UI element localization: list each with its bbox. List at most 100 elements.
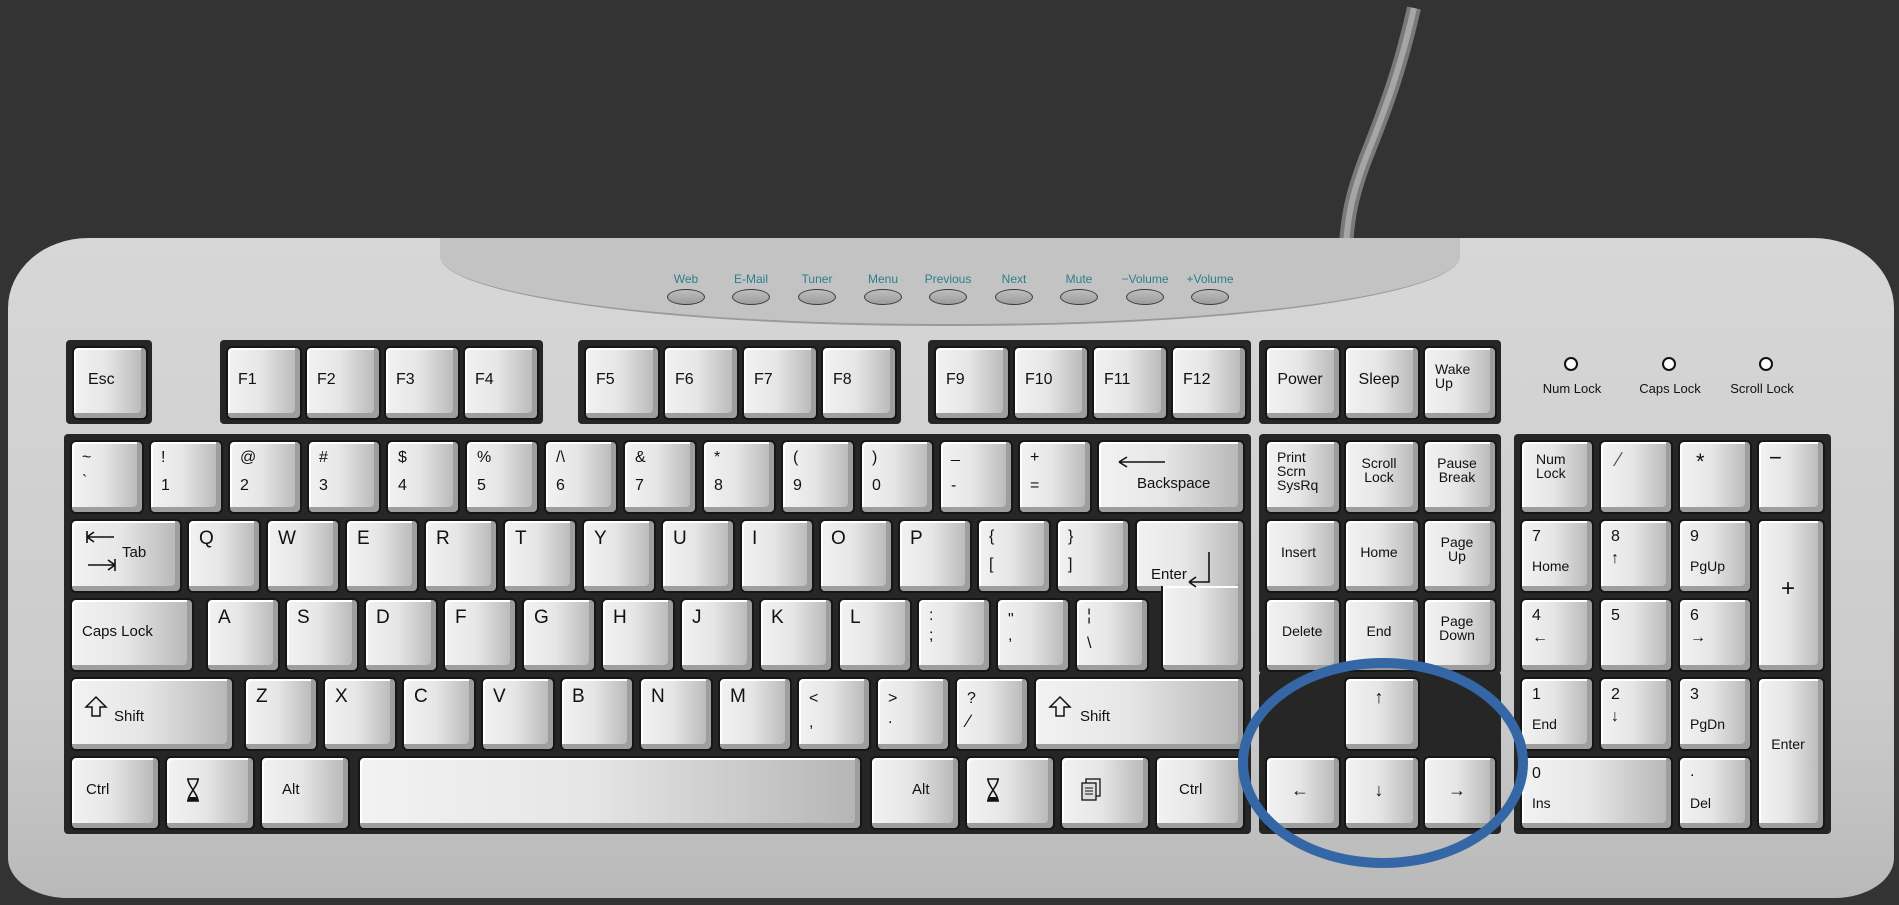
- media-key-mute[interactable]: Mute: [1049, 248, 1109, 308]
- key-numpad-9[interactable]: 9 PgUp: [1678, 519, 1752, 593]
- key-3[interactable]: #3: [307, 440, 381, 514]
- key-q[interactable]: Q: [187, 519, 261, 593]
- key-a[interactable]: A: [206, 598, 280, 672]
- key-page-up[interactable]: Page Up: [1423, 519, 1497, 593]
- media-key-web[interactable]: Web: [656, 248, 716, 308]
- key-r[interactable]: R: [424, 519, 498, 593]
- key-e[interactable]: E: [345, 519, 419, 593]
- key-f1[interactable]: F1: [226, 346, 302, 420]
- key-z[interactable]: Z: [244, 677, 318, 751]
- media-key-button[interactable]: [995, 289, 1033, 305]
- key-sleep[interactable]: Sleep: [1344, 346, 1420, 420]
- key-f8[interactable]: F8: [821, 346, 897, 420]
- key-numpad-decimal[interactable]: . Del: [1678, 756, 1752, 830]
- key-right-shift[interactable]: Shift: [1034, 677, 1245, 751]
- key-numpad-7[interactable]: 7 Home: [1520, 519, 1594, 593]
- media-key-button[interactable]: [732, 289, 770, 305]
- key-arrow-down[interactable]: ↓: [1344, 756, 1420, 830]
- key-right-bracket[interactable]: }]: [1056, 519, 1130, 593]
- media-key-button[interactable]: [1060, 289, 1098, 305]
- media-key-menu[interactable]: Menu: [853, 248, 913, 308]
- key-1[interactable]: ! 1: [149, 440, 223, 514]
- key-slash[interactable]: ? ∕: [955, 677, 1029, 751]
- key-p[interactable]: P: [898, 519, 972, 593]
- key-v[interactable]: V: [481, 677, 555, 751]
- key-h[interactable]: H: [601, 598, 675, 672]
- key-comma[interactable]: <,: [797, 677, 871, 751]
- key-numpad-4[interactable]: 4 ←: [1520, 598, 1594, 672]
- key-arrow-right[interactable]: →: [1423, 756, 1497, 830]
- media-key-button[interactable]: [798, 289, 836, 305]
- key-semicolon[interactable]: :;: [917, 598, 991, 672]
- key-f2[interactable]: F2: [305, 346, 381, 420]
- key-left-windows[interactable]: [165, 756, 255, 830]
- key-right-alt[interactable]: Alt: [870, 756, 960, 830]
- key-f6[interactable]: F6: [663, 346, 739, 420]
- media-key-email[interactable]: E-Mail: [721, 248, 781, 308]
- key-equals[interactable]: + =: [1018, 440, 1092, 514]
- media-key-volume-up[interactable]: +Volume: [1180, 248, 1240, 308]
- key-j[interactable]: J: [680, 598, 754, 672]
- key-f11[interactable]: F11: [1092, 346, 1168, 420]
- key-n[interactable]: N: [639, 677, 713, 751]
- key-arrow-up[interactable]: ↑: [1344, 677, 1420, 751]
- key-backspace[interactable]: Backspace: [1097, 440, 1245, 514]
- media-key-next[interactable]: Next: [984, 248, 1044, 308]
- key-i[interactable]: I: [740, 519, 814, 593]
- key-numpad-6[interactable]: 6 →: [1678, 598, 1752, 672]
- key-7[interactable]: & 7: [623, 440, 697, 514]
- key-b[interactable]: B: [560, 677, 634, 751]
- key-arrow-left[interactable]: ←: [1265, 756, 1341, 830]
- key-left-bracket[interactable]: {[: [977, 519, 1051, 593]
- key-y[interactable]: Y: [582, 519, 656, 593]
- key-left-ctrl[interactable]: Ctrl: [70, 756, 160, 830]
- key-insert[interactable]: Insert: [1265, 519, 1341, 593]
- key-power[interactable]: Power: [1265, 346, 1341, 420]
- key-s[interactable]: S: [285, 598, 359, 672]
- key-end[interactable]: End: [1344, 598, 1420, 672]
- key-w[interactable]: W: [266, 519, 340, 593]
- key-enter-lower[interactable]: [1161, 552, 1245, 672]
- key-caps-lock[interactable]: Caps Lock: [70, 598, 194, 672]
- key-backslash[interactable]: ¦ \: [1075, 598, 1149, 672]
- key-numpad-1[interactable]: 1 End: [1520, 677, 1594, 751]
- key-numpad-enter[interactable]: Enter: [1757, 677, 1825, 830]
- key-scroll-lock[interactable]: Scroll Lock: [1344, 440, 1420, 514]
- key-o[interactable]: O: [819, 519, 893, 593]
- key-quote[interactable]: ",: [996, 598, 1070, 672]
- key-menu[interactable]: [1060, 756, 1150, 830]
- key-esc[interactable]: Esc: [72, 346, 148, 420]
- key-4[interactable]: $4: [386, 440, 460, 514]
- key-f7[interactable]: F7: [742, 346, 818, 420]
- key-2[interactable]: @2: [228, 440, 302, 514]
- key-numpad-5[interactable]: 5: [1599, 598, 1673, 672]
- key-f3[interactable]: F3: [384, 346, 460, 420]
- key-delete[interactable]: Delete: [1265, 598, 1341, 672]
- key-pause-break[interactable]: Pause Break: [1423, 440, 1497, 514]
- media-key-button[interactable]: [929, 289, 967, 305]
- key-numpad-plus[interactable]: +: [1757, 519, 1825, 672]
- key-num-lock[interactable]: Num Lock: [1520, 440, 1594, 514]
- key-6[interactable]: /\ 6: [544, 440, 618, 514]
- key-m[interactable]: M: [718, 677, 792, 751]
- key-wake-up[interactable]: Wake Up: [1423, 346, 1497, 420]
- key-numpad-minus[interactable]: −: [1757, 440, 1825, 514]
- key-l[interactable]: L: [838, 598, 912, 672]
- key-left-shift[interactable]: Shift: [70, 677, 234, 751]
- key-numpad-2[interactable]: 2 ↓: [1599, 677, 1673, 751]
- key-numpad-0[interactable]: 0 Ins: [1520, 756, 1673, 830]
- key-minus[interactable]: _ -: [939, 440, 1013, 514]
- media-key-button[interactable]: [1191, 289, 1229, 305]
- key-9[interactable]: (9: [781, 440, 855, 514]
- key-c[interactable]: C: [402, 677, 476, 751]
- media-key-volume-down[interactable]: −Volume: [1115, 248, 1175, 308]
- key-numpad-multiply[interactable]: *: [1678, 440, 1752, 514]
- key-k[interactable]: K: [759, 598, 833, 672]
- key-page-down[interactable]: Page Down: [1423, 598, 1497, 672]
- media-key-button[interactable]: [667, 289, 705, 305]
- media-key-previous[interactable]: Previous: [918, 248, 978, 308]
- media-key-button[interactable]: [864, 289, 902, 305]
- key-numpad-divide[interactable]: ∕: [1599, 440, 1673, 514]
- key-numpad-8[interactable]: 8 ↑: [1599, 519, 1673, 593]
- key-f[interactable]: F: [443, 598, 517, 672]
